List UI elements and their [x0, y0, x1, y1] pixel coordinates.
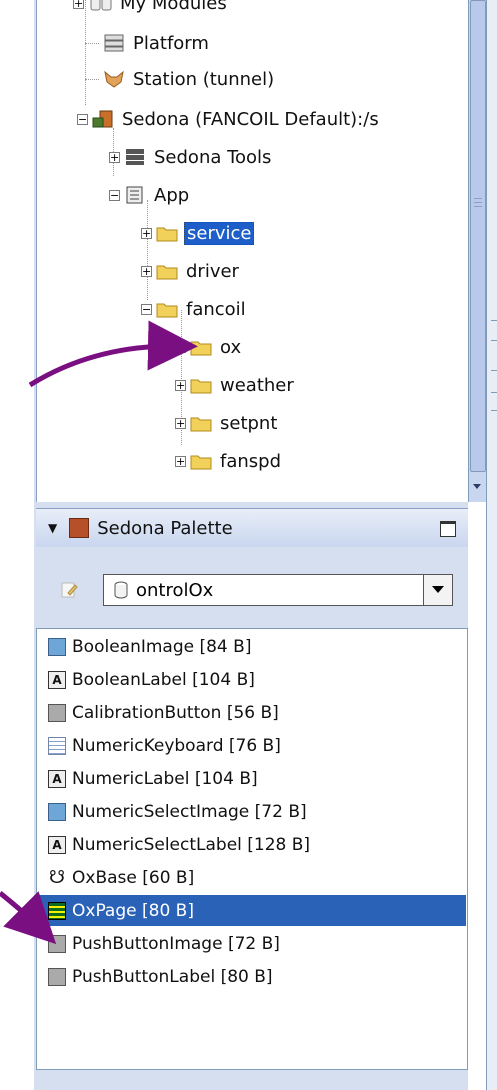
arrow-to-ox-icon	[28, 320, 198, 388]
annotation-arrows	[0, 320, 198, 945]
arrow-to-oxpage-icon	[0, 891, 57, 945]
